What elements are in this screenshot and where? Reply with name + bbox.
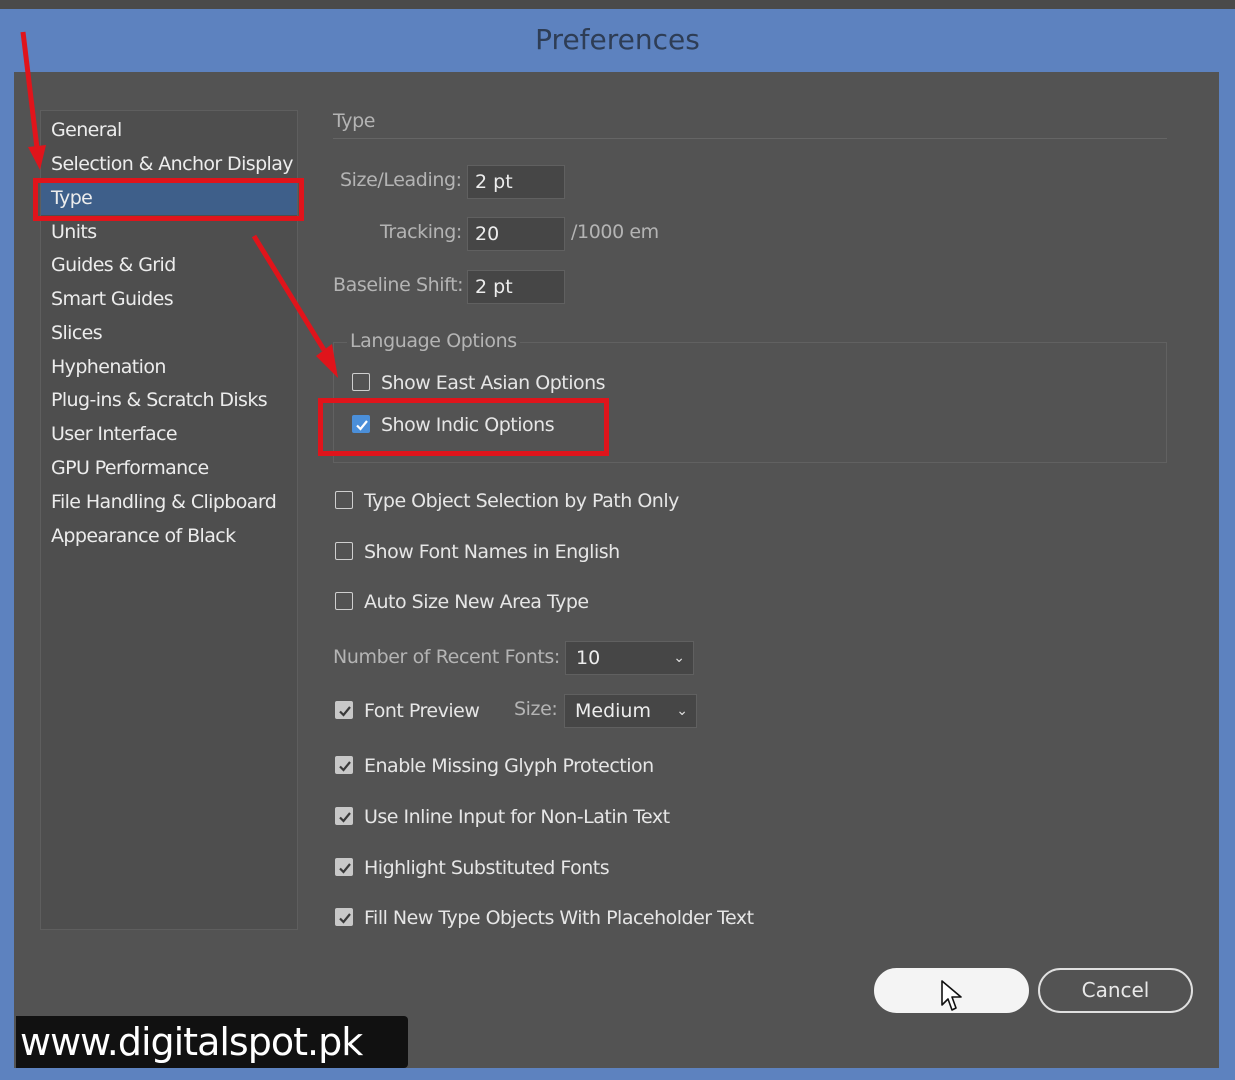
arrowhead-icon <box>28 145 46 170</box>
arrowhead-icon <box>316 344 338 378</box>
watermark: www.digitalspot.pk <box>16 1016 408 1068</box>
arrow-to-type-icon <box>20 31 40 149</box>
annotation-arrows <box>20 31 338 378</box>
arrow-to-indic-icon <box>251 234 327 352</box>
